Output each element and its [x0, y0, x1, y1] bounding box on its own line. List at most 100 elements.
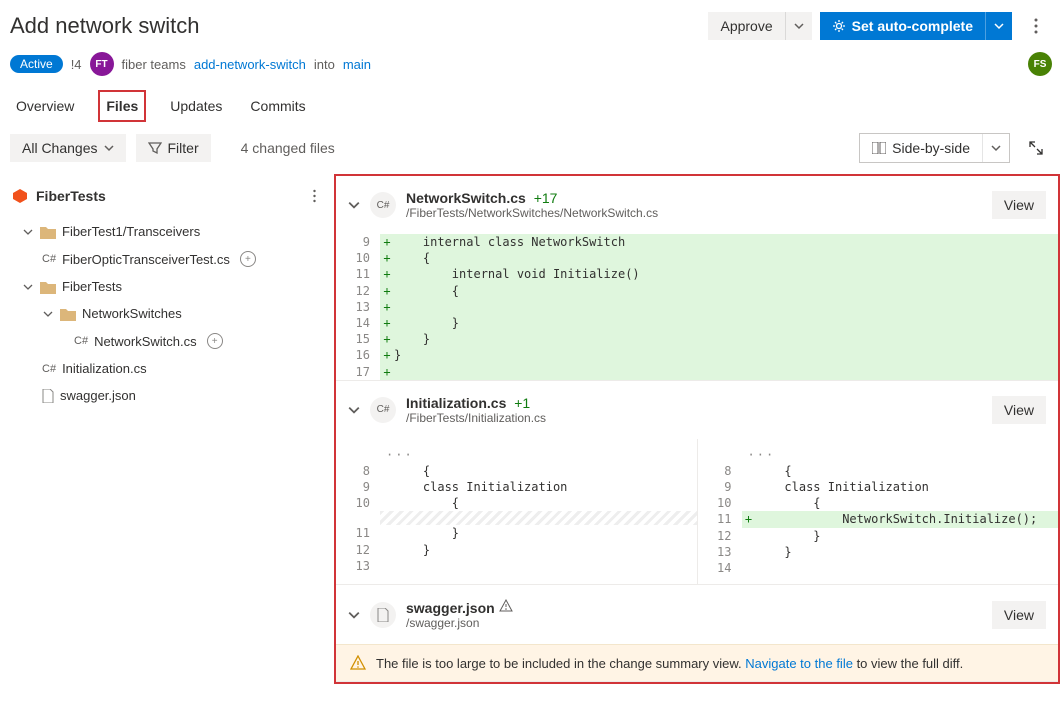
autocomplete-button[interactable]: Set auto-complete: [820, 12, 1012, 40]
tree-more-button[interactable]: [298, 180, 330, 212]
folder-icon: [60, 307, 76, 321]
code-text: class Initialization: [394, 479, 697, 495]
more-button[interactable]: [1020, 10, 1052, 42]
code-line: 11+ NetworkSwitch.Initialize();: [698, 511, 1059, 527]
file-name: Initialization.cs +1: [406, 395, 546, 411]
tree-item-label: Initialization.cs: [62, 361, 147, 376]
all-changes-label: All Changes: [22, 140, 98, 156]
navigate-to-file-link[interactable]: Navigate to the file: [745, 656, 853, 671]
approve-label[interactable]: Approve: [708, 12, 785, 40]
code-text: {: [394, 495, 697, 511]
fullscreen-button[interactable]: [1020, 132, 1052, 164]
collapse-button[interactable]: [348, 609, 360, 621]
line-number: 10: [698, 495, 742, 511]
line-number: 17: [336, 364, 380, 380]
tree-item-label: FiberTests: [62, 279, 122, 294]
code-line: 13: [336, 558, 697, 574]
diff-sign: +: [380, 250, 394, 266]
add-comment-button[interactable]: +: [240, 251, 256, 267]
collapsed-region[interactable]: [380, 511, 697, 525]
code-line: 9 class Initialization: [336, 479, 697, 495]
line-number: 13: [698, 544, 742, 560]
diff-view-text: Side-by-side: [892, 140, 970, 156]
tab-updates[interactable]: Updates: [166, 90, 226, 122]
file-icon: [42, 389, 54, 403]
diff-view-dropdown[interactable]: Side-by-side: [859, 133, 1010, 163]
collapse-button[interactable]: [348, 199, 360, 211]
line-number: 9: [336, 479, 380, 495]
collapse-button[interactable]: [348, 404, 360, 416]
tab-files[interactable]: Files: [98, 90, 146, 122]
tree-item[interactable]: swagger.json: [8, 382, 334, 409]
autocomplete-chevron[interactable]: [986, 12, 1012, 40]
file-name: swagger.json: [406, 599, 513, 616]
tree-item[interactable]: NetworkSwitches: [8, 300, 334, 327]
diff-sign: [742, 495, 756, 511]
chevron-down-icon: [104, 143, 114, 153]
code-line: 15+ }: [336, 331, 1058, 347]
diff-sign: [380, 495, 394, 511]
tree-item[interactable]: C#NetworkSwitch.cs+: [8, 327, 334, 355]
tree-item[interactable]: C#Initialization.cs: [8, 355, 334, 382]
code-line: 13 }: [698, 544, 1059, 560]
code-text: }: [394, 347, 1058, 363]
side-by-side-icon: [872, 142, 886, 154]
code-text: class Initialization: [756, 479, 1059, 495]
tab-commits[interactable]: Commits: [246, 90, 309, 122]
code-line: 12 }: [336, 542, 697, 558]
code-line: 14+ }: [336, 315, 1058, 331]
code-text: [756, 560, 1059, 576]
view-file-button[interactable]: View: [992, 396, 1046, 424]
tree-item[interactable]: C#FiberOpticTransceiverTest.cs+: [8, 245, 334, 273]
line-number: 11: [698, 511, 742, 527]
file-name: NetworkSwitch.cs +17: [406, 190, 658, 206]
approve-chevron[interactable]: [786, 12, 812, 40]
line-number: 14: [336, 315, 380, 331]
tree-item[interactable]: FiberTests: [8, 273, 334, 300]
page-title: Add network switch: [10, 13, 700, 39]
approve-button[interactable]: Approve: [708, 12, 811, 40]
tab-overview[interactable]: Overview: [12, 90, 78, 122]
diff-sign: +: [380, 315, 394, 331]
view-file-button[interactable]: View: [992, 601, 1046, 629]
csharp-icon: C#: [74, 335, 88, 347]
diff-view-chevron[interactable]: [983, 134, 1009, 162]
user-avatar[interactable]: FS: [1028, 52, 1052, 76]
kebab-icon: [313, 189, 316, 203]
line-number: 14: [698, 560, 742, 576]
diff-area: C#NetworkSwitch.cs +17/FiberTests/Networ…: [334, 174, 1060, 684]
diff-separator: ···: [698, 447, 1059, 463]
add-comment-button[interactable]: +: [207, 333, 223, 349]
autocomplete-label[interactable]: Set auto-complete: [820, 12, 986, 40]
source-branch-link[interactable]: add-network-switch: [194, 57, 306, 72]
tree-item[interactable]: FiberTest1/Transceivers: [8, 218, 334, 245]
diff-sign: +: [380, 266, 394, 282]
code-line: 17+: [336, 364, 1058, 380]
line-number: 12: [336, 542, 380, 558]
all-changes-dropdown[interactable]: All Changes: [10, 134, 126, 162]
diff-sign: +: [742, 511, 756, 527]
diff-view-label[interactable]: Side-by-side: [860, 134, 983, 162]
filter-button[interactable]: Filter: [136, 134, 211, 162]
warning-text: The file is too large to be included in …: [376, 656, 963, 671]
warning-bar: The file is too large to be included in …: [336, 644, 1058, 681]
line-number: 11: [336, 525, 380, 541]
diff-sign: +: [380, 331, 394, 347]
tree-root[interactable]: FiberTests: [8, 174, 334, 218]
expand-icon: [1028, 140, 1044, 156]
diff-sign: +: [380, 283, 394, 299]
csharp-icon: C#: [42, 253, 56, 265]
csharp-icon: C#: [370, 397, 396, 423]
csharp-icon: C#: [370, 192, 396, 218]
line-number: 8: [698, 463, 742, 479]
target-branch-link[interactable]: main: [343, 57, 371, 72]
code-text: [394, 558, 697, 574]
line-number: 10: [336, 250, 380, 266]
additions-count: +17: [530, 190, 558, 206]
view-file-button[interactable]: View: [992, 191, 1046, 219]
status-badge: Active: [10, 55, 63, 73]
diff-sign: [380, 542, 394, 558]
code-text: {: [394, 463, 697, 479]
chevron-down-icon: [22, 281, 34, 293]
code-text: internal class NetworkSwitch: [394, 234, 1058, 250]
